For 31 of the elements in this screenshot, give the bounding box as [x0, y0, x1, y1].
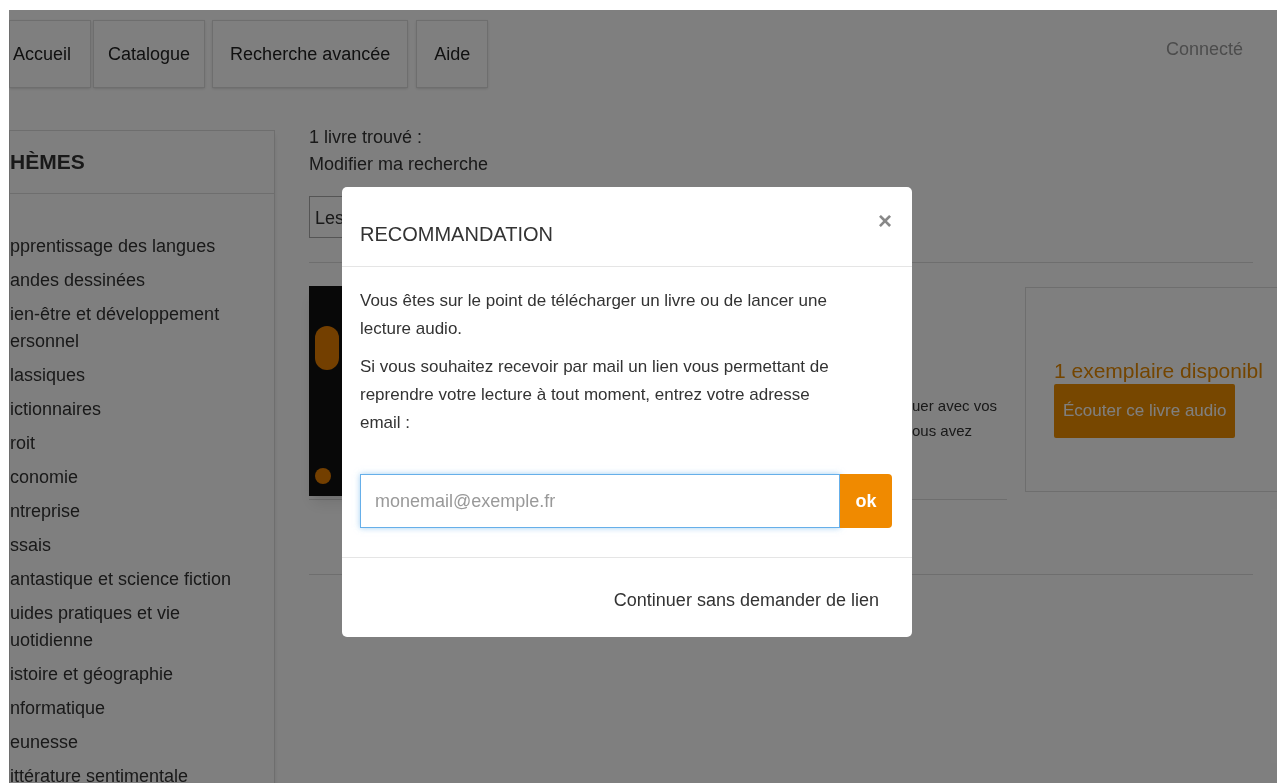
- ok-button[interactable]: ok: [840, 474, 892, 528]
- theme-link[interactable]: conomie: [10, 464, 79, 491]
- dialog-title: RECOMMANDATION: [360, 222, 553, 247]
- theme-link[interactable]: eunesse: [10, 729, 79, 756]
- nav-tab[interactable]: Catalogue: [93, 20, 206, 88]
- close-button[interactable]: ×: [878, 209, 892, 233]
- theme-link[interactable]: istoire et géographie: [10, 661, 174, 688]
- nav-tab[interactable]: Recherche avancée: [212, 20, 409, 88]
- nav-tab[interactable]: Accueil: [9, 20, 92, 88]
- theme-link[interactable]: ntreprise: [10, 498, 81, 525]
- book-description: uer avec vos ous avez: [912, 396, 999, 441]
- theme-link[interactable]: lassiques: [10, 362, 86, 389]
- nav-tab[interactable]: Aide: [416, 20, 489, 88]
- theme-link[interactable]: uides pratiques et vie uotidienne: [10, 600, 236, 654]
- theme-link[interactable]: pprentissage des langues: [10, 233, 216, 260]
- sidebar-title: HÈMES: [10, 149, 85, 176]
- modify-search-link[interactable]: Modifier ma recherche: [309, 151, 489, 178]
- dialog-text: Si vous souhaitez recevoir par mail un lien vous permettant de reprendre votre lecture à tout moment, entrez votre adresse email :: [360, 356, 830, 434]
- availability-text: 1 exemplaire disponibl: [1054, 358, 1263, 384]
- email-field[interactable]: monemail@exemple.fr: [360, 474, 840, 528]
- theme-link[interactable]: ittérature sentimentale: [10, 763, 189, 783]
- theme-link[interactable]: roit: [10, 430, 35, 457]
- theme-link[interactable]: antastique et science fiction: [10, 566, 232, 593]
- continue-without-link[interactable]: Continuer sans demander de lien: [613, 588, 879, 612]
- theme-link[interactable]: andes dessinées: [10, 267, 146, 294]
- theme-link[interactable]: nformatique: [10, 695, 106, 722]
- results-count: 1 livre trouvé :: [309, 126, 423, 149]
- theme-link[interactable]: ictionnaires: [10, 396, 102, 423]
- dialog-text: Vous êtes sur le point de télécharger un livre ou de lancer une lecture audio.: [360, 290, 828, 340]
- theme-link[interactable]: ien-être et développement ersonnel: [10, 301, 236, 355]
- theme-link[interactable]: ssais: [10, 532, 51, 559]
